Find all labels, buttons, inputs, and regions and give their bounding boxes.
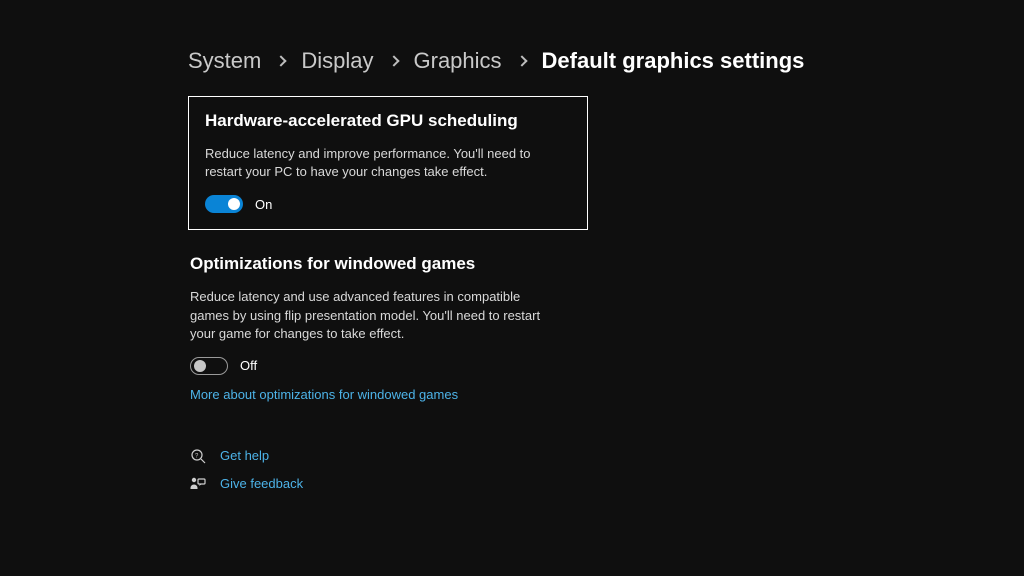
windowed-games-toggle-row: Off bbox=[190, 357, 572, 375]
gpu-scheduling-toggle[interactable] bbox=[205, 195, 243, 213]
feedback-icon bbox=[190, 476, 206, 492]
chevron-right-icon bbox=[516, 55, 527, 66]
get-help-link[interactable]: Get help bbox=[220, 448, 269, 463]
windowed-games-title: Optimizations for windowed games bbox=[190, 254, 572, 274]
gpu-scheduling-title: Hardware-accelerated GPU scheduling bbox=[205, 111, 571, 131]
breadcrumb-graphics[interactable]: Graphics bbox=[414, 48, 502, 74]
get-help-row[interactable]: ? Get help bbox=[190, 448, 1024, 464]
toggle-thumb-icon bbox=[228, 198, 240, 210]
footer: ? Get help Give feedback bbox=[188, 448, 1024, 492]
windowed-games-toggle[interactable] bbox=[190, 357, 228, 375]
toggle-thumb-icon bbox=[194, 360, 206, 372]
gpu-scheduling-toggle-label: On bbox=[255, 197, 272, 212]
svg-text:?: ? bbox=[195, 453, 199, 459]
breadcrumb-system[interactable]: System bbox=[188, 48, 261, 74]
windowed-games-panel: Optimizations for windowed games Reduce … bbox=[188, 240, 588, 404]
chevron-right-icon bbox=[276, 55, 287, 66]
gpu-scheduling-toggle-row: On bbox=[205, 195, 571, 213]
windowed-games-more-link[interactable]: More about optimizations for windowed ga… bbox=[190, 387, 458, 402]
chevron-right-icon bbox=[388, 55, 399, 66]
breadcrumb: System Display Graphics Default graphics… bbox=[188, 48, 1024, 74]
give-feedback-link[interactable]: Give feedback bbox=[220, 476, 303, 491]
breadcrumb-display[interactable]: Display bbox=[301, 48, 373, 74]
help-icon: ? bbox=[190, 448, 206, 464]
page-title: Default graphics settings bbox=[542, 48, 805, 74]
windowed-games-toggle-label: Off bbox=[240, 358, 257, 373]
give-feedback-row[interactable]: Give feedback bbox=[190, 476, 1024, 492]
windowed-games-desc: Reduce latency and use advanced features… bbox=[190, 288, 550, 343]
gpu-scheduling-panel: Hardware-accelerated GPU scheduling Redu… bbox=[188, 96, 588, 230]
gpu-scheduling-desc: Reduce latency and improve performance. … bbox=[205, 145, 565, 181]
